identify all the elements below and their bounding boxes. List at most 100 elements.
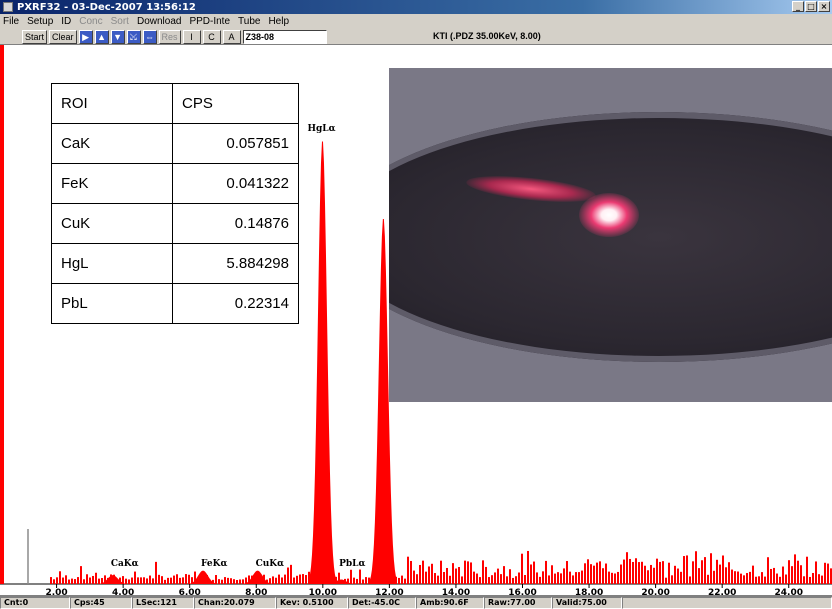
i-button[interactable]: I [182, 29, 201, 44]
continuum-bar [236, 579, 238, 584]
continuum-bar [647, 570, 649, 584]
table-header-row: ROI CPS [51, 83, 299, 124]
continuum-bar [242, 579, 244, 584]
continuum-bar [59, 571, 61, 584]
continuum-bar [209, 579, 211, 584]
continuum-bar [212, 579, 214, 584]
minimize-button[interactable]: _ [792, 1, 804, 12]
continuum-bar [293, 577, 295, 584]
continuum-bar [689, 576, 691, 584]
continuum-bar [479, 577, 481, 584]
sample-id-field[interactable]: Z38-08 [242, 29, 327, 44]
continuum-bar [311, 576, 313, 584]
continuum-bar [443, 571, 445, 584]
continuum-bar [677, 568, 679, 584]
app-icon [3, 2, 13, 12]
continuum-bar [215, 575, 217, 584]
continuum-bar [287, 567, 289, 584]
menu-file[interactable]: File [3, 16, 19, 27]
continuum-bar [659, 561, 661, 584]
table-row: PbL 0.22314 [51, 283, 299, 324]
continuum-bar [800, 565, 802, 584]
menu-bar: File Setup ID Conc Sort Download PPD-Int… [0, 14, 832, 29]
continuum-bar [383, 577, 385, 584]
c-button[interactable]: C [202, 29, 221, 44]
a-button[interactable]: A [222, 29, 241, 44]
peak-label: PbLα [339, 559, 365, 569]
continuum-bar [377, 577, 379, 584]
menu-id[interactable]: ID [61, 16, 71, 27]
cps-cell: 0.22314 [172, 283, 299, 324]
continuum-bar [353, 577, 355, 584]
continuum-bar [650, 564, 652, 584]
continuum-bar [395, 576, 397, 584]
continuum-bar [782, 566, 784, 584]
continuum-bar [86, 574, 88, 584]
menu-tube[interactable]: Tube [238, 16, 260, 27]
clear-button[interactable]: Clear [49, 29, 77, 44]
menu-help[interactable]: Help [268, 16, 289, 27]
x-tick-label: 14.00 [442, 588, 470, 597]
continuum-bar [158, 574, 160, 584]
roi-cell: CaK [51, 123, 173, 164]
continuum-bar [773, 567, 775, 584]
maximize-button[interactable]: □ [805, 1, 817, 12]
continuum-bar [317, 576, 319, 584]
continuum-bar [347, 578, 349, 584]
continuum-bar [134, 571, 136, 584]
peak-label: CaKα [111, 559, 139, 569]
continuum-bar [98, 578, 100, 584]
continuum-bar [461, 576, 463, 584]
menu-conc[interactable]: Conc [79, 16, 102, 27]
continuum-bar [632, 561, 634, 584]
cps-cell: 0.057851 [172, 123, 299, 164]
zoom-in-icon[interactable]: ⤩ [126, 29, 141, 44]
continuum-bar [380, 574, 382, 584]
continuum-bar [362, 579, 364, 584]
continuum-bar [701, 560, 703, 584]
continuum-bar [482, 560, 484, 584]
continuum-bar [503, 566, 505, 584]
continuum-bar [578, 572, 580, 584]
menu-download[interactable]: Download [137, 16, 181, 27]
continuum-bar [653, 567, 655, 584]
continuum-bar [302, 574, 304, 584]
continuum-bar [50, 577, 52, 584]
continuum-bar [533, 561, 535, 584]
zoom-out-icon[interactable]: ⇔ [142, 29, 157, 44]
cps-cell: 0.041322 [172, 163, 299, 204]
start-button[interactable]: Start [22, 29, 48, 44]
continuum-bar [746, 573, 748, 584]
x-tick-label: 22.00 [708, 588, 736, 597]
continuum-bar [431, 563, 433, 584]
continuum-bar [386, 577, 388, 584]
continuum-bar [554, 573, 556, 584]
arrow-up-icon[interactable]: ▲ [94, 29, 109, 44]
continuum-bar [428, 566, 430, 584]
continuum-bar [656, 558, 658, 584]
continuum-bar [374, 579, 376, 584]
continuum-bar [494, 572, 496, 584]
continuum-bar [794, 554, 796, 584]
continuum-bar [434, 573, 436, 584]
continuum-bar [221, 579, 223, 584]
continuum-bar [770, 568, 772, 584]
menu-ppd-inte[interactable]: PPD-Inte [189, 16, 230, 27]
menu-sort[interactable]: Sort [111, 16, 129, 27]
status-bar: Cnt:0 Cps:45 LSec:121 Chan:20.079 Kev: 0… [0, 597, 832, 609]
continuum-bar [764, 576, 766, 584]
continuum-bar [146, 578, 148, 584]
continuum-bar [788, 560, 790, 584]
continuum-bar [224, 577, 226, 584]
continuum-bar [173, 575, 175, 584]
arrow-right-icon[interactable]: ▶ [78, 29, 93, 44]
status-det: Det:-45.0C [348, 597, 416, 609]
continuum-bar [365, 577, 367, 584]
close-button[interactable]: × [818, 1, 830, 12]
menu-setup[interactable]: Setup [27, 16, 53, 27]
res-button[interactable]: Res [158, 29, 181, 44]
continuum-bar [275, 577, 277, 584]
continuum-bar [257, 576, 259, 584]
arrow-down-icon[interactable]: ▼ [110, 29, 125, 44]
continuum-bar [740, 573, 742, 584]
